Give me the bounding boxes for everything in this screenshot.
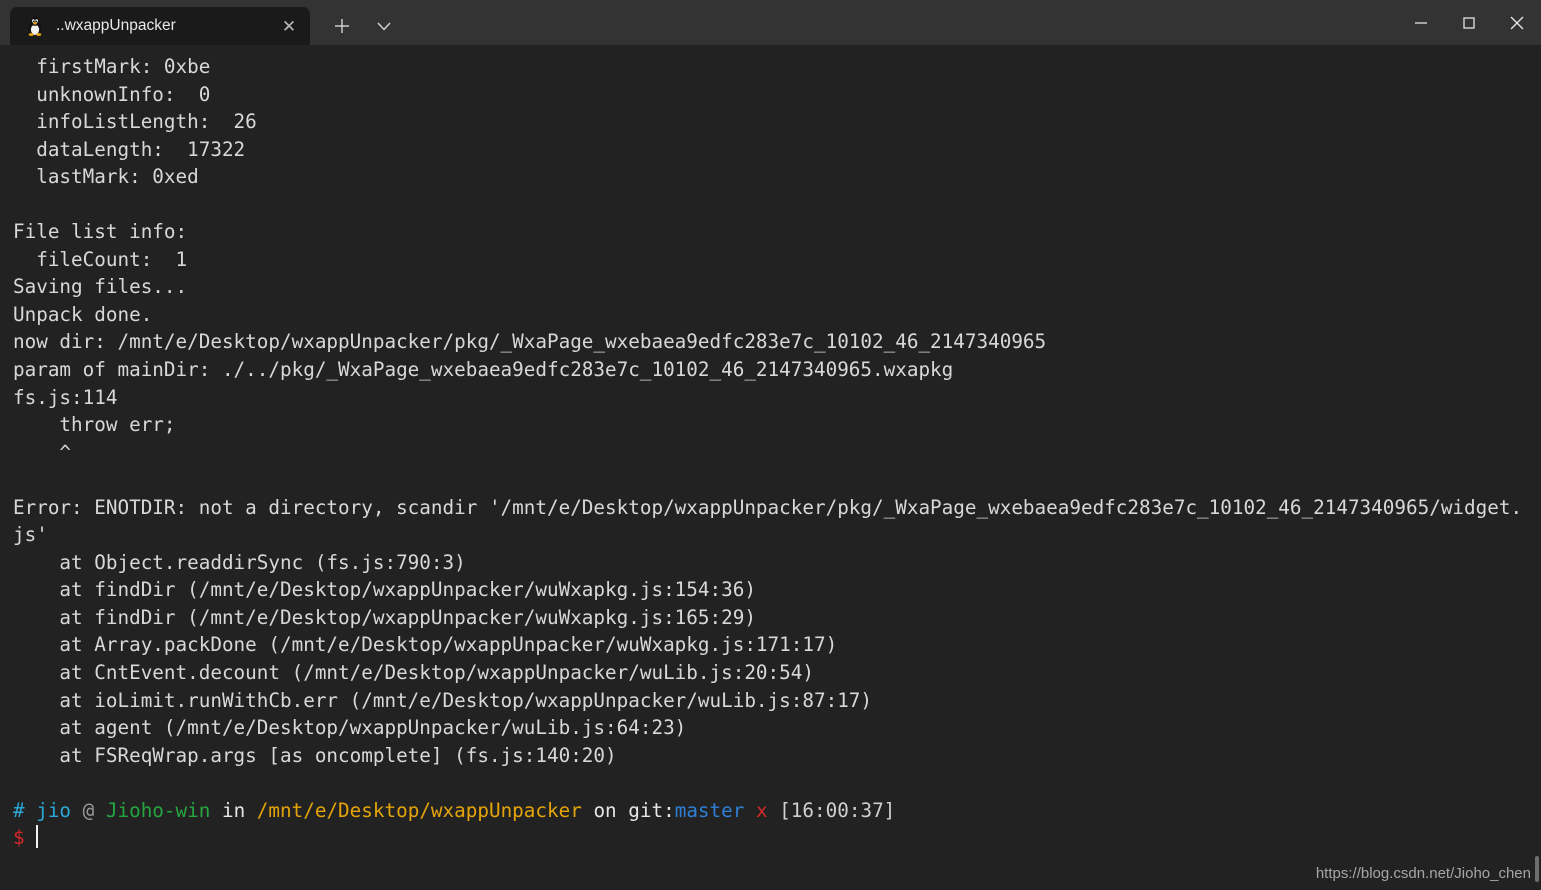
close-icon — [1510, 16, 1524, 29]
terminal-line: lastMark: 0xed — [13, 165, 199, 189]
prompt-dirty-mark: x — [755, 798, 768, 822]
terminal-line: unknownInfo: 0 — [13, 82, 211, 106]
prompt-time: [16:00:37] — [779, 798, 896, 822]
minimize-button[interactable] — [1397, 0, 1445, 45]
terminal-line: at Object.readdirSync (fs.js:790:3) — [13, 550, 466, 574]
prompt-git-branch: master — [674, 798, 745, 822]
new-tab-icon[interactable] — [324, 7, 360, 45]
prompt-git-label: git: — [628, 798, 675, 822]
minimize-icon — [1415, 21, 1427, 24]
terminal-line: Saving files... — [13, 275, 188, 299]
plus-icon — [335, 19, 349, 33]
prompt-symbol: $ — [13, 826, 25, 850]
tab-strip: ..wxappUnpacker ✕ — [0, 0, 402, 45]
terminal-line: ^ — [13, 440, 72, 464]
terminal-line: Error: ENOTDIR: not a directory, scandir… — [13, 495, 1523, 547]
window-titlebar: ..wxappUnpacker ✕ — [0, 0, 1541, 45]
maximize-button[interactable] — [1445, 0, 1493, 45]
prompt-at: @ — [82, 798, 95, 822]
terminal-line: at Array.packDone (/mnt/e/Desktop/wxappU… — [13, 633, 838, 657]
terminal-line: at findDir (/mnt/e/Desktop/wxappUnpacker… — [13, 578, 756, 602]
terminal-line: now dir: /mnt/e/Desktop/wxappUnpacker/pk… — [13, 330, 1047, 354]
tab-close-icon[interactable]: ✕ — [276, 13, 302, 39]
terminal-output: firstMark: 0xbe unknownInfo: 0 infoListL… — [13, 53, 1523, 852]
prompt-on: on — [593, 798, 617, 822]
terminal-line: fs.js:114 — [13, 385, 118, 409]
terminal-line: Unpack done. — [13, 302, 153, 326]
terminal-scrollbar[interactable] — [1535, 856, 1539, 882]
terminal-line: dataLength: 17322 — [13, 137, 246, 161]
prompt-hash: # — [13, 798, 25, 822]
tab-title: ..wxappUnpacker — [56, 17, 176, 34]
terminal-line: throw err; — [13, 413, 176, 437]
chevron-down-icon — [377, 22, 391, 31]
terminal-line: at findDir (/mnt/e/Desktop/wxappUnpacker… — [13, 605, 756, 629]
terminal-line: param of mainDir: ./../pkg/_WxaPage_wxeb… — [13, 358, 954, 382]
prompt-path: /mnt/e/Desktop/wxappUnpacker — [256, 798, 582, 822]
terminal-line: at agent (/mnt/e/Desktop/wxappUnpacker/w… — [13, 716, 687, 740]
maximize-icon — [1463, 16, 1475, 29]
terminal-line: firstMark: 0xbe — [13, 55, 211, 78]
terminal-line: at ioLimit.runWithCb.err (/mnt/e/Desktop… — [13, 688, 873, 712]
window-controls — [1397, 0, 1541, 45]
terminal-tab[interactable]: ..wxappUnpacker ✕ — [10, 7, 310, 45]
tux-linux-icon — [28, 16, 42, 36]
terminal-line: fileCount: 1 — [13, 247, 188, 271]
terminal-line: File list info: — [13, 220, 188, 244]
close-button[interactable] — [1493, 0, 1541, 45]
prompt-host: Jioho-win — [105, 798, 211, 822]
prompt-user: jio — [36, 798, 72, 822]
shell-prompt-line: # jio @ Jioho-win in /mnt/e/Desktop/wxap… — [13, 797, 1523, 825]
terminal-line: at FSReqWrap.args [as oncomplete] (fs.js… — [13, 743, 617, 767]
tab-dropdown-icon[interactable] — [366, 7, 402, 45]
terminal-pane[interactable]: firstMark: 0xbe unknownInfo: 0 infoListL… — [0, 45, 1541, 890]
watermark-text: https://blog.csdn.net/Jioho_chen — [1315, 865, 1531, 882]
shell-input-line[interactable]: $ — [13, 824, 1523, 852]
prompt-in: in — [221, 798, 246, 822]
text-cursor — [35, 825, 38, 849]
terminal-line: infoListLength: 26 — [13, 110, 257, 134]
terminal-line: at CntEvent.decount (/mnt/e/Desktop/wxap… — [13, 661, 814, 685]
